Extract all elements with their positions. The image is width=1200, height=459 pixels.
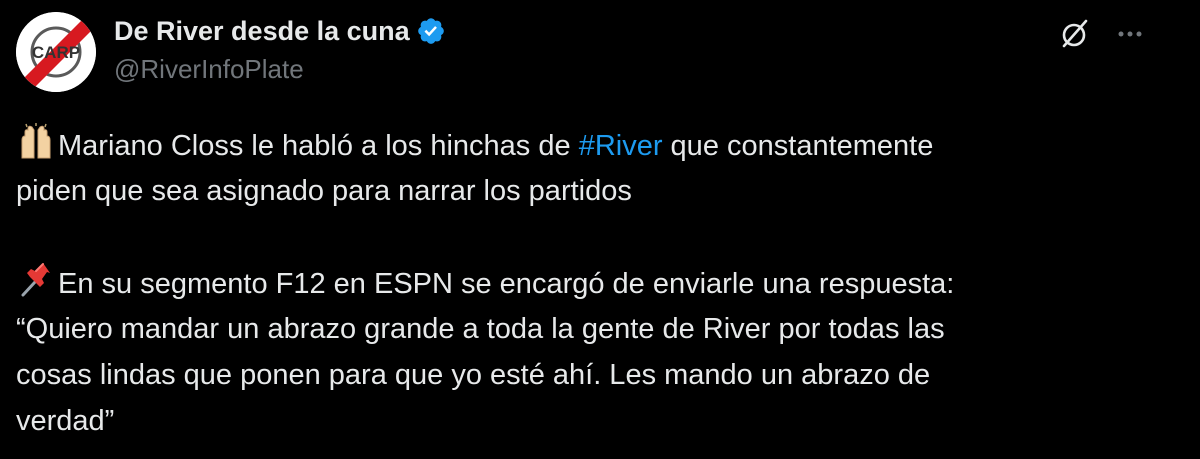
author-handle[interactable]: @RiverInfoPlate bbox=[114, 54, 304, 85]
tweet-text-segment: que constantemente bbox=[662, 130, 934, 162]
tweet: CARP De River desde la cuna @RiverInfoPl… bbox=[0, 0, 1200, 459]
tweet-text-segment: Mariano Closs le habló a los hinchas de bbox=[58, 130, 579, 162]
tweet-text-segment: En su segmento F12 en ESPN se encargó de… bbox=[58, 268, 955, 300]
verified-badge-icon bbox=[417, 18, 444, 44]
raised-hands-icon bbox=[21, 123, 51, 159]
grok-button[interactable] bbox=[1056, 16, 1092, 52]
grok-icon bbox=[1062, 19, 1088, 48]
hashtag-link[interactable]: #River bbox=[579, 130, 663, 162]
tweet-line: piden que sea asignado para narrar los p… bbox=[16, 175, 632, 207]
river-crest-icon: CARP bbox=[16, 12, 96, 92]
paragraph-break bbox=[16, 214, 1186, 260]
tweet-line: cosas lindas que ponen para que yo esté … bbox=[16, 359, 931, 391]
tweet-line: “Quiero mandar un abrazo grande a toda l… bbox=[16, 313, 945, 345]
avatar[interactable]: CARP bbox=[16, 12, 96, 92]
tweet-line: verdad” bbox=[16, 405, 115, 437]
tweet-line: Mariano Closs le habló a los hinchas de … bbox=[16, 122, 1186, 168]
display-name[interactable]: De River desde la cuna bbox=[114, 16, 410, 47]
more-icon bbox=[1118, 31, 1142, 37]
more-options-button[interactable] bbox=[1110, 16, 1150, 52]
author-name-row[interactable]: De River desde la cuna bbox=[114, 14, 446, 48]
avatar-initials: CARP bbox=[32, 43, 80, 62]
pushpin-icon bbox=[21, 263, 50, 297]
tweet-line: En su segmento F12 en ESPN se encargó de… bbox=[16, 260, 1186, 306]
tweet-text: Mariano Closs le habló a los hinchas de … bbox=[16, 122, 1186, 444]
